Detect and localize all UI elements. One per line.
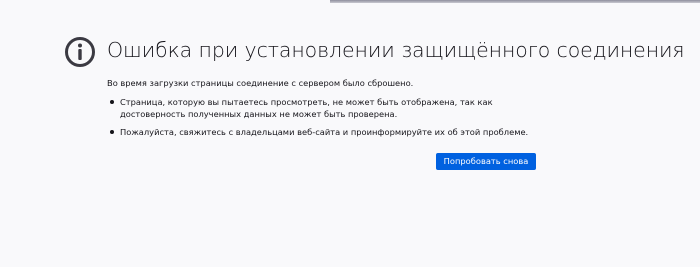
error-details-list: Страница, которую вы пытаетесь просмотре… <box>107 96 547 144</box>
list-item-text: Пожалуйста, свяжитесь с владельцами веб-… <box>120 127 529 137</box>
list-item-text: Страница, которую вы пытаетесь просмотре… <box>120 97 493 119</box>
error-description: Во время загрузки страницы соединение с … <box>107 78 414 88</box>
bullet-dot <box>110 100 114 104</box>
info-icon <box>65 37 95 67</box>
list-item: Страница, которую вы пытаетесь просмотре… <box>107 96 547 120</box>
list-item: Пожалуйста, свяжитесь с владельцами веб-… <box>107 126 547 138</box>
try-again-button[interactable]: Попробовать снова <box>436 153 536 170</box>
page-title: Ошибка при установлении защищённого соед… <box>107 38 685 62</box>
bullet-dot <box>110 130 114 134</box>
window-edge-shadow <box>330 0 700 3</box>
